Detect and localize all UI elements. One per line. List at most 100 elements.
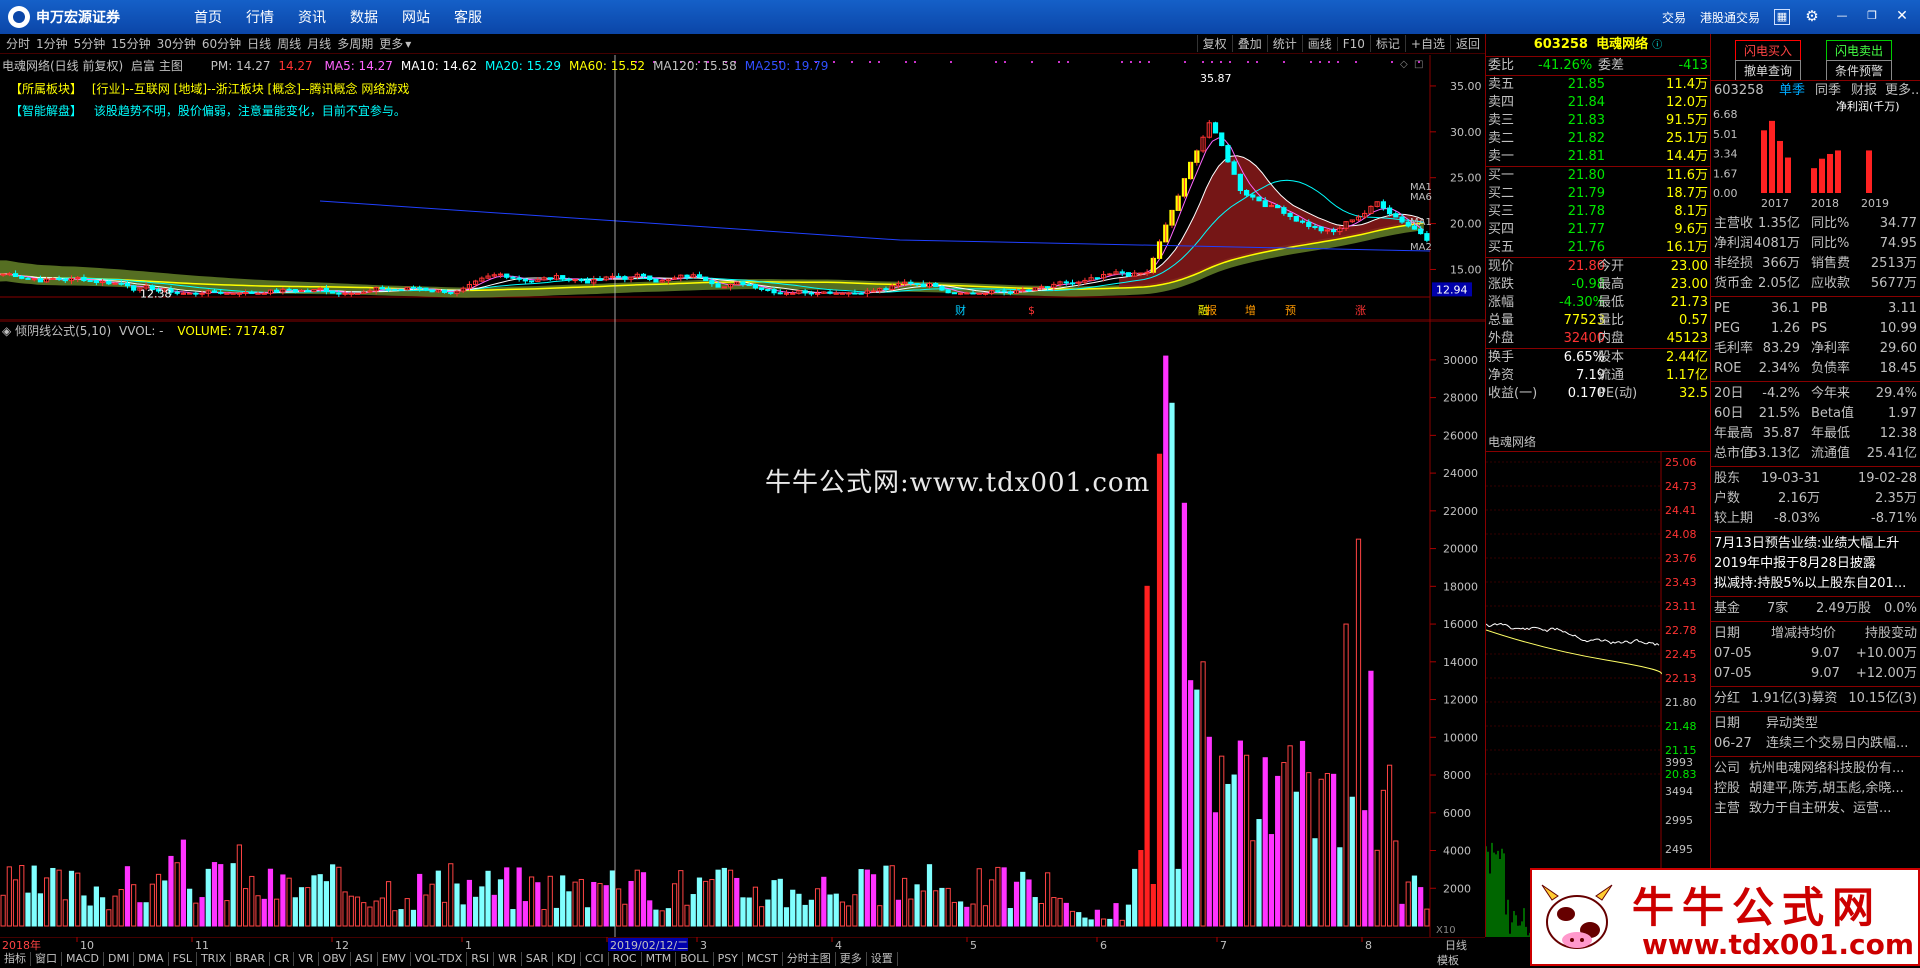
note-row[interactable]: 2019年中报于8月28日披露 xyxy=(1711,554,1920,574)
period-multi[interactable]: 多周期 xyxy=(337,35,373,52)
abn-type[interactable]: 连续三个交易日内跌幅... xyxy=(1766,734,1908,754)
indicator-tab[interactable]: RSI xyxy=(467,952,494,966)
period-5min[interactable]: 5分钟 xyxy=(74,35,106,52)
mark-button[interactable]: 标记 xyxy=(1370,35,1405,52)
indicator-tab[interactable]: MCST xyxy=(743,952,783,966)
note-text[interactable]: 2019年中报于8月28日披露 xyxy=(1714,554,1876,574)
indicator-tab[interactable]: 窗口 xyxy=(31,952,62,966)
minimize-icon[interactable]: — xyxy=(1834,9,1850,25)
period-more[interactable]: 更多 xyxy=(379,35,403,52)
indicator-tab[interactable]: CCI xyxy=(581,952,609,966)
bid-row[interactable]: 买二 21.79 18.7万 xyxy=(1486,185,1710,203)
nav-service[interactable]: 客服 xyxy=(454,7,482,27)
indicator-tab[interactable]: SAR xyxy=(522,952,553,966)
restore-chart-icon[interactable]: □ xyxy=(1414,59,1423,70)
period-1min[interactable]: 1分钟 xyxy=(36,35,68,52)
indicator-tab[interactable]: WR xyxy=(494,952,522,966)
flash-sell-button[interactable]: 闪电卖出 xyxy=(1826,40,1892,61)
ask-row[interactable]: 卖五 21.85 11.4万 xyxy=(1486,76,1710,94)
order-query-button[interactable]: 撤单查询 xyxy=(1735,60,1801,81)
chevron-down-icon[interactable]: ▾ xyxy=(405,37,411,51)
volume-chart[interactable]: 30000 28000 26000 24000 22000 20000 18000 16000… xyxy=(0,321,1485,937)
indicator-tab[interactable]: 分时主图 xyxy=(783,952,836,966)
event-mark[interactable]: 增 xyxy=(1245,303,1256,317)
indicator-tab[interactable]: MTM xyxy=(642,952,677,966)
condition-alert-button[interactable]: 条件预警 xyxy=(1826,60,1892,81)
note-row[interactable]: 拟减持:持股5%以上股东自201... xyxy=(1711,574,1920,594)
ask-row[interactable]: 卖四 21.84 12.0万 xyxy=(1486,94,1710,112)
close-icon[interactable]: ✕ xyxy=(1894,9,1910,25)
diamond-icon[interactable]: ◇ xyxy=(1400,59,1408,70)
tab-report[interactable]: 财报 xyxy=(1851,81,1877,101)
indicator-tab[interactable]: DMA xyxy=(134,952,169,966)
indicator-tab[interactable]: ASI xyxy=(351,952,378,966)
company-value[interactable]: 胡建平,陈芳,胡玉彪,余晓... xyxy=(1749,779,1904,799)
indicator-tab[interactable]: KDJ xyxy=(553,952,581,966)
bid-row[interactable]: 买一 21.80 11.6万 xyxy=(1486,167,1710,185)
bid-row[interactable]: 买三 21.78 8.1万 xyxy=(1486,203,1710,221)
indicator-tab[interactable]: PSY xyxy=(714,952,743,966)
indicator-tab[interactable]: 指标 xyxy=(0,952,31,966)
bid-row[interactable]: 买五 21.76 16.1万 xyxy=(1486,239,1710,257)
period-monthly[interactable]: 月线 xyxy=(307,35,331,52)
company-value[interactable]: 杭州电魂网络科技股份有... xyxy=(1749,759,1904,779)
volume-svg[interactable]: 30000 28000 26000 24000 22000 20000 18000 16000… xyxy=(0,321,1485,937)
period-15min[interactable]: 15分钟 xyxy=(111,35,150,52)
indicator-tab[interactable]: DMI xyxy=(104,952,134,966)
ask-row[interactable]: 卖一 21.81 14.4万 xyxy=(1486,148,1710,166)
nav-home[interactable]: 首页 xyxy=(194,7,222,27)
bid-row[interactable]: 买四 21.77 9.6万 xyxy=(1486,221,1710,239)
adjust-button[interactable]: 复权 xyxy=(1197,35,1232,52)
indicator-name[interactable]: 倾阴线公式(5,10) xyxy=(15,324,111,338)
add-watchlist-button[interactable]: +自选 xyxy=(1405,35,1450,52)
note-row[interactable]: 7月13日预告业绩:业绩大幅上升 xyxy=(1711,534,1920,554)
nav-data[interactable]: 数据 xyxy=(350,7,378,27)
sector-text[interactable]: [行业]--互联网 [地域]--浙江板块 [概念]--腾讯概念 网络游戏 xyxy=(92,82,410,96)
restore-icon[interactable]: ❐ xyxy=(1864,9,1880,25)
event-mark[interactable]: $ xyxy=(1028,304,1035,317)
hk-connect-trade-link[interactable]: 港股通交易 xyxy=(1700,9,1760,26)
nav-news[interactable]: 资讯 xyxy=(298,7,326,27)
intraday-mini-chart[interactable]: 电魂网络 25.06 24.73 24.41 24.08 23.76 23.43 23.11… xyxy=(1485,432,1710,937)
note-text[interactable]: 拟减持:持股5%以上股东自201... xyxy=(1714,574,1906,594)
indicator-tab[interactable]: OBV xyxy=(319,952,351,966)
back-button[interactable]: 返回 xyxy=(1450,35,1485,52)
period-weekly[interactable]: 周线 xyxy=(277,35,301,52)
period-30min[interactable]: 30分钟 xyxy=(157,35,196,52)
note-text[interactable]: 7月13日预告业绩:业绩大幅上升 xyxy=(1714,534,1899,554)
stats-button[interactable]: 统计 xyxy=(1267,35,1302,52)
gear-icon[interactable]: ⚙ xyxy=(1804,9,1820,25)
indicator-tab[interactable]: MACD xyxy=(62,952,104,966)
f10-button[interactable]: F10 xyxy=(1337,37,1370,51)
nav-website[interactable]: 网站 xyxy=(402,7,430,27)
grid-icon[interactable]: ▦ xyxy=(1774,9,1790,25)
indicator-tab[interactable]: VOL-TDX xyxy=(411,952,468,966)
x-unit[interactable]: 日线 xyxy=(1445,938,1467,952)
flash-buy-button[interactable]: 闪电买入 xyxy=(1735,40,1801,61)
ask-row[interactable]: 卖二 21.82 25.1万 xyxy=(1486,130,1710,148)
indicator-tab[interactable]: ROC xyxy=(609,952,642,966)
event-mark[interactable]: 涨 xyxy=(1355,304,1366,317)
indicator-tab[interactable]: 设置 xyxy=(867,952,898,966)
company-value[interactable]: 致力于自主研发、运营... xyxy=(1749,799,1891,819)
event-mark[interactable]: 报 xyxy=(1206,303,1217,317)
tab-more[interactable]: 更多.. xyxy=(1885,81,1919,101)
event-mark[interactable]: 财 xyxy=(955,303,966,317)
nav-market[interactable]: 行情 xyxy=(246,7,274,27)
overlay-button[interactable]: 叠加 xyxy=(1232,35,1267,52)
indicator-tab[interactable]: EMV xyxy=(378,952,411,966)
indicator-tab[interactable]: TRIX xyxy=(197,952,231,966)
abn-row[interactable]: 06-27 连续三个交易日内跌幅... xyxy=(1711,734,1920,754)
indicator-tab[interactable]: BRAR xyxy=(231,952,270,966)
settings-dot-icon[interactable]: ◈ xyxy=(2,324,11,338)
indicator-tab[interactable]: FSL xyxy=(169,952,197,966)
period-daily[interactable]: 日线 xyxy=(247,35,271,52)
event-mark[interactable]: 预 xyxy=(1285,304,1296,317)
ask-row[interactable]: 卖三 21.83 91.5万 xyxy=(1486,112,1710,130)
kline-chart[interactable]: 35.00 30.00 25.00 20.00 15.00 12.94 35.87 12.38… xyxy=(0,55,1485,321)
indicator-tab[interactable]: 更多 xyxy=(836,952,867,966)
draw-button[interactable]: 画线 xyxy=(1302,35,1337,52)
indicator-tab[interactable]: CR xyxy=(270,952,294,966)
tab-same-quarter[interactable]: 同季 xyxy=(1815,81,1841,101)
trade-link[interactable]: 交易 xyxy=(1662,9,1686,26)
